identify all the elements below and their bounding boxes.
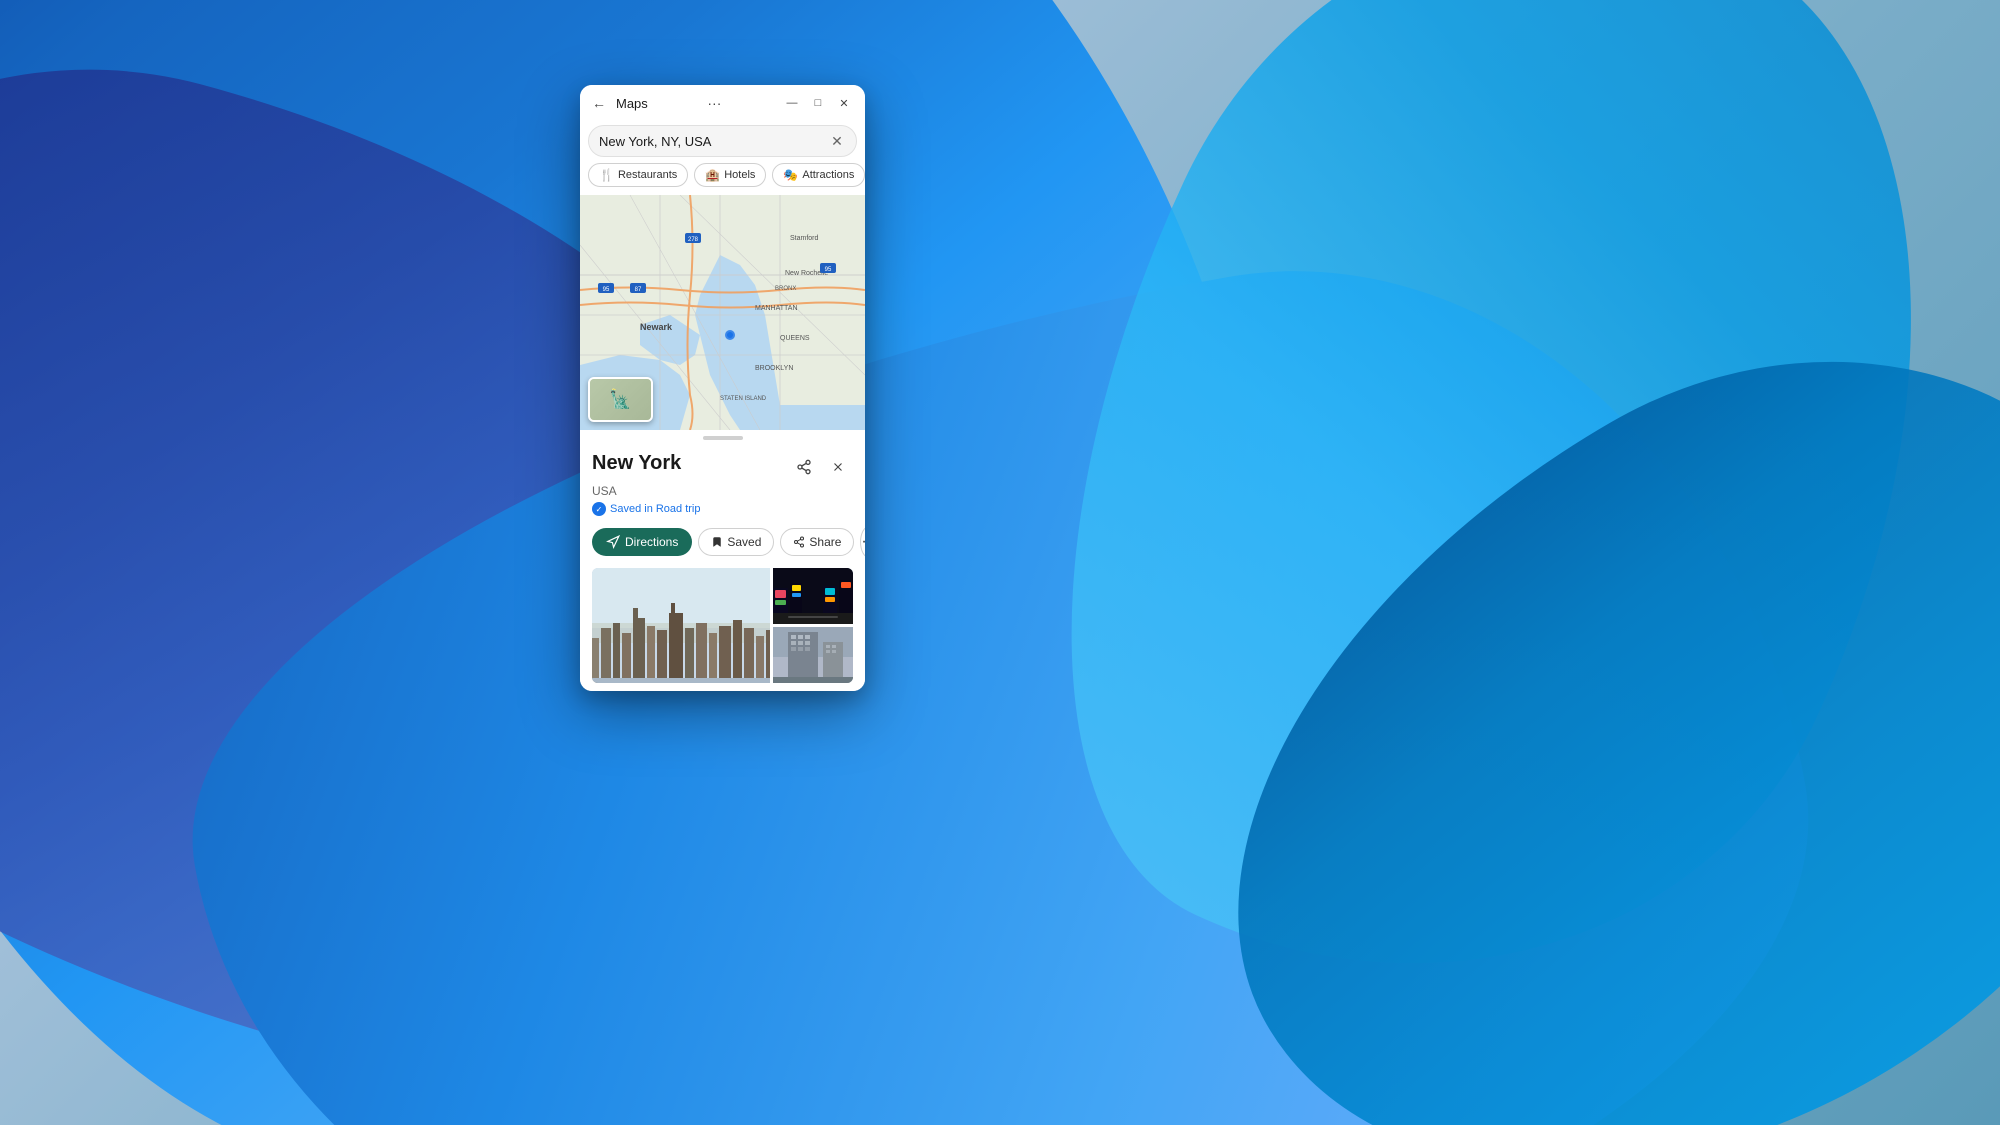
svg-text:87: 87 [635,287,642,293]
close-panel-button[interactable] [823,452,853,482]
action-buttons: Directions Saved Share ··· [592,526,853,558]
drag-handle [580,430,865,444]
hotels-label: Hotels [724,169,755,181]
svg-text:95: 95 [825,267,832,273]
directions-button[interactable]: Directions [592,528,692,556]
directions-label: Directions [625,535,678,549]
svg-text:BROOKLYN: BROOKLYN [755,365,793,372]
search-input[interactable] [599,134,828,149]
more-button[interactable]: ··· [701,93,727,113]
svg-text:MANHATTAN: MANHATTAN [755,305,798,312]
search-clear-button[interactable]: ✕ [828,132,846,150]
photo-sm-1[interactable] [773,568,853,624]
filter-tabs: 🍴 Restaurants 🏨 Hotels 🎭 Attractions [580,163,865,195]
attractions-label: Attractions [802,169,854,181]
desktop-wallpaper [0,0,2000,1125]
saved-badge-dot: ✓ [592,502,606,516]
photos-grid [592,568,853,683]
more-actions-button[interactable]: ··· [860,526,865,558]
hotels-icon: 🏨 [705,168,720,182]
minimize-button[interactable]: — [781,92,803,114]
place-header: New York [592,452,853,482]
place-header-actions [789,452,853,482]
filter-attractions[interactable]: 🎭 Attractions [772,163,865,187]
maps-window: ← Maps ··· — □ ✕ ✕ 🍴 Restaurants 🏨 Hotel… [580,85,865,691]
search-bar[interactable]: ✕ [588,125,857,157]
filter-restaurants[interactable]: 🍴 Restaurants [588,163,688,187]
drag-handle-bar [703,436,743,440]
title-bar: ← Maps ··· — □ ✕ [580,85,865,121]
back-button[interactable]: ← [590,94,608,112]
app-title: Maps [616,96,648,111]
saved-label: Saved [727,535,761,549]
close-button[interactable]: ✕ [833,92,855,114]
share-button[interactable]: Share [780,528,854,556]
svg-text:Stamford: Stamford [790,235,819,242]
svg-text:STATEN ISLAND: STATEN ISLAND [720,396,767,402]
photo-main[interactable] [592,568,770,683]
restaurants-icon: 🍴 [599,168,614,182]
svg-text:BRONX: BRONX [775,286,796,292]
map-thumbnail[interactable]: 🗽 [588,377,653,422]
thumbnail-image: 🗽 [590,379,651,420]
svg-text:95: 95 [603,287,610,293]
place-name: New York [592,452,681,475]
restaurants-label: Restaurants [618,169,677,181]
attractions-icon: 🎭 [783,168,798,182]
window-controls: — □ ✕ [781,92,855,114]
filter-hotels[interactable]: 🏨 Hotels [694,163,766,187]
place-panel: New York USA ✓ Saved in Road trip [580,444,865,691]
svg-text:Newark: Newark [640,322,673,332]
share-header-button[interactable] [789,452,819,482]
svg-text:QUEENS: QUEENS [780,335,810,342]
maximize-button[interactable]: □ [807,92,829,114]
saved-badge-text: Saved in Road trip [610,503,701,515]
map-area[interactable]: Newark MANHATTAN QUEENS BROOKLYN STATEN … [580,195,865,430]
share-label: Share [809,535,841,549]
place-country: USA [592,484,853,498]
title-bar-left: ← Maps [590,94,648,112]
saved-button[interactable]: Saved [698,528,774,556]
svg-text:278: 278 [688,237,699,243]
saved-badge: ✓ Saved in Road trip [592,502,853,516]
photo-sm-2[interactable] [773,627,853,683]
